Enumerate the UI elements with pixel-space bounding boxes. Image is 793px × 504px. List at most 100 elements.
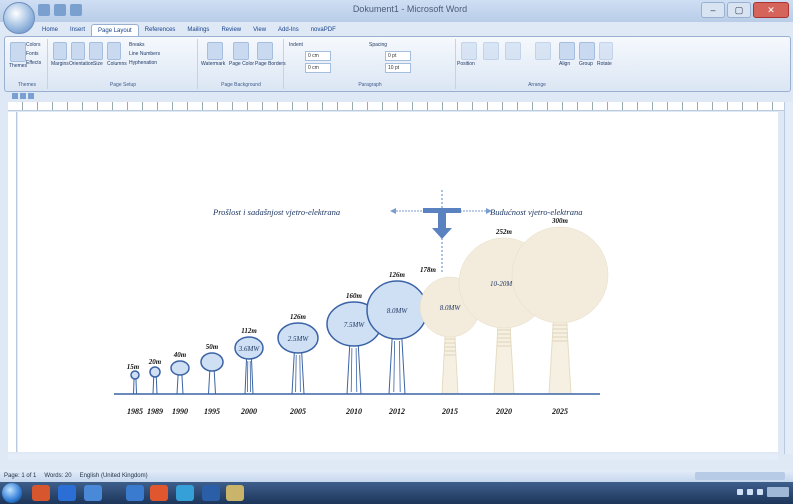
height-label: 252m <box>495 228 513 236</box>
themes-label: Themes <box>9 63 28 69</box>
year-label: 1995 <box>204 407 220 416</box>
clock[interactable] <box>767 487 789 497</box>
height-label: 40m <box>173 351 187 359</box>
vertical-ruler[interactable] <box>8 112 17 452</box>
columns-button[interactable] <box>107 42 121 60</box>
height-label: 300m <box>551 217 569 225</box>
redo-icon[interactable] <box>70 4 82 16</box>
title-bar: Dokument1 - Microsoft Word – ▢ ✕ <box>0 0 793 22</box>
year-label: 2012 <box>388 407 405 416</box>
word-icon[interactable] <box>84 485 102 501</box>
word-count[interactable]: Words: 20 <box>44 470 71 482</box>
turbine-2005: 2.5MW 126m 2005 <box>277 313 319 416</box>
caption-future: Budućnost vjetro-elektrana <box>490 207 582 217</box>
close-icon[interactable]: ✕ <box>753 2 789 18</box>
power-label: 2.5MW <box>288 335 310 343</box>
breaks-button[interactable]: Breaks <box>129 42 145 48</box>
app-icon[interactable] <box>126 485 144 501</box>
start-button[interactable] <box>2 483 22 503</box>
rotate-button[interactable] <box>599 42 613 60</box>
maximize-icon[interactable]: ▢ <box>727 2 751 18</box>
bullet-icon[interactable] <box>12 93 18 99</box>
toolbar-strip <box>0 92 793 101</box>
spacing-before-input[interactable]: 0 pt <box>385 51 411 61</box>
volume-icon[interactable] <box>747 489 753 495</box>
word-icon[interactable] <box>202 485 220 501</box>
horizontal-ruler[interactable] <box>8 102 786 111</box>
office-button[interactable] <box>3 2 35 34</box>
minimize-icon[interactable]: – <box>701 2 725 18</box>
table-icon[interactable] <box>20 93 26 99</box>
group-button[interactable] <box>579 42 595 60</box>
group-label: Paragraph <box>358 82 382 88</box>
height-label: 112m <box>241 327 257 335</box>
turbine-tower <box>548 320 572 395</box>
browser-icon[interactable] <box>58 485 76 501</box>
spacing-label: Spacing <box>369 42 388 48</box>
power-label: 8.0MW <box>387 307 409 315</box>
turbine-tower <box>493 325 515 395</box>
line-numbers-button[interactable]: Line Numbers <box>129 51 160 57</box>
ribbon: Colors Fonts Effects Themes Themes Margi… <box>4 36 791 92</box>
save-icon[interactable] <box>38 4 50 16</box>
turbine-tower <box>388 336 406 395</box>
format-icon[interactable] <box>28 93 34 99</box>
skype-icon[interactable] <box>176 485 194 501</box>
quick-format-icons <box>12 93 34 99</box>
flag-icon[interactable] <box>757 489 763 495</box>
window-controls: – ▢ ✕ <box>701 2 789 18</box>
page-color-button[interactable] <box>233 42 249 60</box>
turbine-1989: 20m 1989 <box>147 358 163 416</box>
margins-button[interactable] <box>53 42 67 60</box>
hyphenation-button[interactable]: Hyphenation <box>129 60 157 66</box>
status-bar: Page: 1 of 1 Words: 20 English (United K… <box>0 470 793 482</box>
bring-to-front-button[interactable] <box>483 42 499 60</box>
spacing-after-input[interactable]: 10 pt <box>385 63 411 73</box>
year-label: 1985 <box>127 407 143 416</box>
themes-button[interactable] <box>10 42 26 62</box>
turbine-tower <box>207 368 217 395</box>
taskbar <box>0 482 793 504</box>
page-color-label: Page Color <box>229 61 255 67</box>
year-label: 2005 <box>289 407 306 416</box>
year-label: 1990 <box>172 407 188 416</box>
indent-left-input[interactable]: 0 cm <box>305 51 331 61</box>
vertical-scrollbar[interactable] <box>784 102 793 454</box>
fonts-button[interactable]: Fonts <box>26 51 39 57</box>
window-title: Dokument1 - Microsoft Word <box>352 4 468 14</box>
rotor-disc <box>170 360 190 376</box>
rotor-disc <box>200 352 224 372</box>
folder-icon[interactable] <box>226 485 244 501</box>
page-count[interactable]: Page: 1 of 1 <box>4 470 36 482</box>
language-indicator[interactable]: English (United Kingdom) <box>80 470 148 482</box>
app-icon[interactable] <box>150 485 168 501</box>
watermark-button[interactable] <box>207 42 223 60</box>
arrow-left-head <box>390 208 396 214</box>
text-wrapping-button[interactable] <box>535 42 551 60</box>
group-page-setup: Margins Orientation Size Columns Breaks … <box>49 39 198 89</box>
document-page[interactable]: Prošlost i sadašnjost vjetro-elektrana B… <box>18 112 778 452</box>
height-label: 50m <box>206 343 219 351</box>
power-label: 7.5MW <box>344 321 366 329</box>
effects-button[interactable]: Effects <box>26 60 41 66</box>
orientation-label: Orientation <box>69 61 94 67</box>
align-button[interactable] <box>559 42 575 60</box>
network-icon[interactable] <box>737 489 743 495</box>
turbine-1985: 15m 1985 <box>127 363 143 416</box>
rotate-label: Rotate <box>597 61 612 67</box>
position-button[interactable] <box>461 42 477 60</box>
undo-icon[interactable] <box>54 4 66 16</box>
horizontal-scrollbar[interactable] <box>8 454 778 460</box>
page-borders-button[interactable] <box>257 42 273 60</box>
group-arrange: Position Align Group Rotate Arrange <box>457 39 617 89</box>
orientation-button[interactable] <box>71 42 85 60</box>
turbine-tower <box>152 374 158 395</box>
send-to-back-button[interactable] <box>505 42 521 60</box>
height-label: 15m <box>127 363 140 371</box>
caption-past: Prošlost i sadašnjost vjetro-elektrana <box>212 207 340 217</box>
zoom-slider[interactable] <box>695 472 785 480</box>
size-button[interactable] <box>89 42 103 60</box>
powerpoint-icon[interactable] <box>32 485 50 501</box>
indent-right-input[interactable]: 0 cm <box>305 63 331 73</box>
colors-button[interactable]: Colors <box>26 42 40 48</box>
